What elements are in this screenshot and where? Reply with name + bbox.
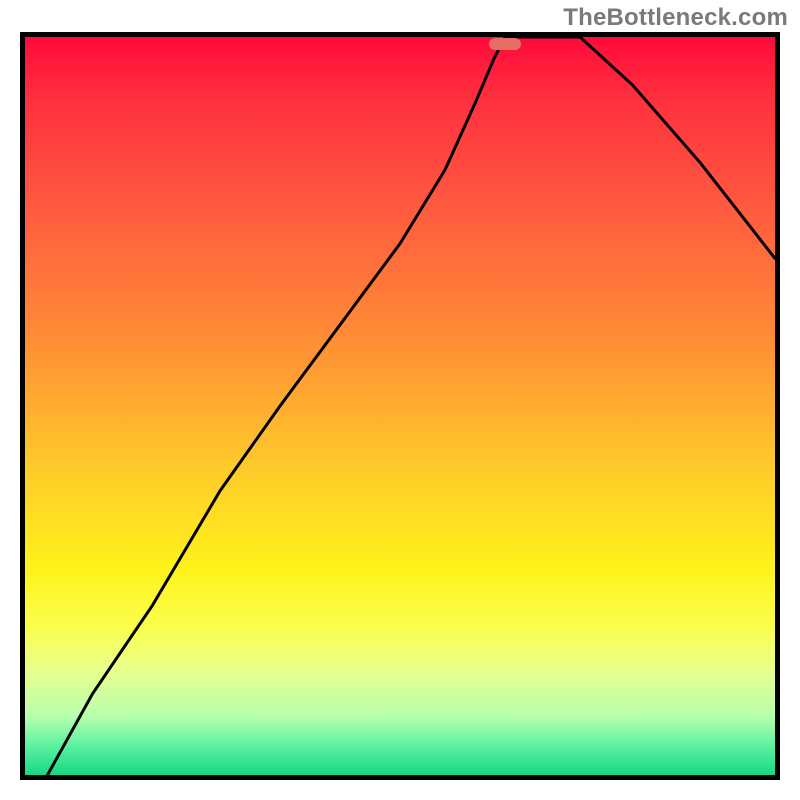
bottleneck-curve bbox=[25, 37, 775, 775]
curve-line bbox=[48, 37, 776, 775]
plot-area bbox=[25, 37, 775, 775]
plot-frame bbox=[20, 32, 780, 780]
watermark-text: TheBottleneck.com bbox=[563, 4, 788, 32]
optimal-marker bbox=[489, 38, 521, 50]
